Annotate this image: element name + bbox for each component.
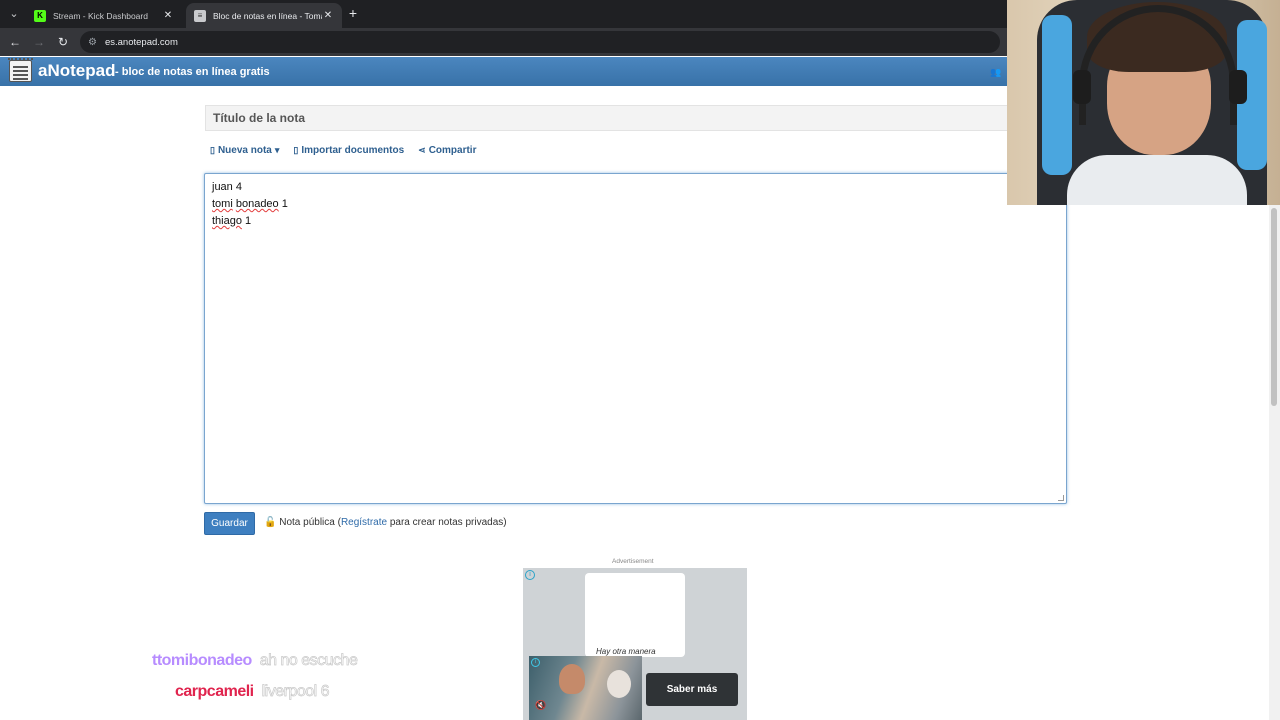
share-label: Compartir [428,145,477,156]
chat-text: ah no escuche [259,652,358,670]
tab-title: Stream - Kick Dashboard [53,10,148,21]
scrollbar-thumb[interactable] [1271,208,1277,406]
new-note-label: Nueva nota [217,145,272,156]
chat-username: carpcameli [175,683,254,700]
public-note-text: Nota pública ( [279,517,341,528]
import-documents-button[interactable]: ▯ Importar documentos [293,145,404,156]
register-link[interactable]: Regístrate [341,517,387,528]
url-text: es.anotepad.com [104,36,178,48]
headset-icon [1229,70,1247,104]
tab-kick-dashboard[interactable]: K Stream - Kick Dashboard ✕ [26,3,182,28]
note-line: tomi bonadeo 1 [212,196,1059,213]
note-word: 1 [241,215,252,227]
note-word: 1 [278,198,288,210]
headset-icon [1073,70,1091,104]
caret-down-icon: ▾ [274,145,280,155]
reload-icon[interactable]: ↻ [55,34,71,50]
note-word: juan [212,181,233,193]
file-icon: ▯ [293,145,299,155]
public-note-text: para crear notas privadas) [387,517,507,528]
stream-chat-overlay: ttomibonadeo ah no escuche carpcameli li… [150,652,750,720]
note-word: tomi [212,198,233,210]
close-icon[interactable]: ✕ [162,10,174,21]
resize-handle[interactable] [1058,495,1064,501]
import-documents-label: Importar documentos [301,145,405,156]
kick-icon: K [34,9,46,22]
site-brand[interactable]: aNotepad [38,61,115,81]
note-line: thiago 1 [212,213,1059,230]
chat-text: liverpool 6 [261,683,330,701]
close-icon[interactable]: ✕ [322,10,334,21]
note-word: bonadeo [235,198,279,210]
new-tab-icon[interactable]: + [346,5,360,21]
share-button[interactable]: ⋖ Compartir [418,145,476,156]
chat-message: carpcameli liverpool 6 [175,683,330,701]
site-info-icon[interactable]: ⚙ [88,37,97,48]
note-line: juan 4 [212,179,1059,196]
notepad-logo-icon[interactable] [8,58,33,82]
page-scrollbar[interactable] [1269,205,1280,720]
chat-username: ttomibonadeo [152,652,252,669]
tab-search-icon[interactable]: ⌄ [6,6,22,22]
note-text-editor[interactable]: juan 4 tomi bonadeo 1 thiago 1 [204,173,1067,504]
user-icon[interactable]: 👥 [990,67,1002,77]
note-toolbar: ▯ Nueva nota ▾ ▯ Importar documentos ⋖ C… [210,145,476,156]
note-word: thiago [212,215,242,227]
forward-icon[interactable]: → [31,34,47,50]
ad-info-icon[interactable]: i [525,570,535,580]
site-tagline: - bloc de notas en línea gratis [115,66,270,78]
note-word: 4 [232,181,242,193]
public-note-info: 🔓 Nota pública (Regístrate para crear no… [264,517,507,528]
ad-label: Advertisement [612,558,654,565]
share-icon: ⋖ [418,145,426,155]
document-icon: ▯ [210,145,215,155]
tab-title: Bloc de notas en línea - Toma y [213,10,322,21]
gaming-chair [1042,15,1072,175]
ad-card[interactable] [585,573,685,657]
back-icon[interactable]: ← [7,34,23,50]
tab-anotepad[interactable]: ≡ Bloc de notas en línea - Toma y ✕ [186,3,342,28]
webcam-overlay [1007,0,1280,205]
save-button[interactable]: Guardar [204,512,255,535]
note-title-input[interactable]: Título de la nota [205,105,1067,131]
unlock-icon: 🔓 [264,517,277,528]
url-field[interactable]: ⚙ es.anotepad.com [80,31,1000,53]
chat-message: ttomibonadeo ah no escuche [152,652,358,670]
streamer-shirt [1067,155,1247,205]
notepad-icon: ≡ [194,9,206,22]
new-note-button[interactable]: ▯ Nueva nota ▾ [210,145,279,156]
